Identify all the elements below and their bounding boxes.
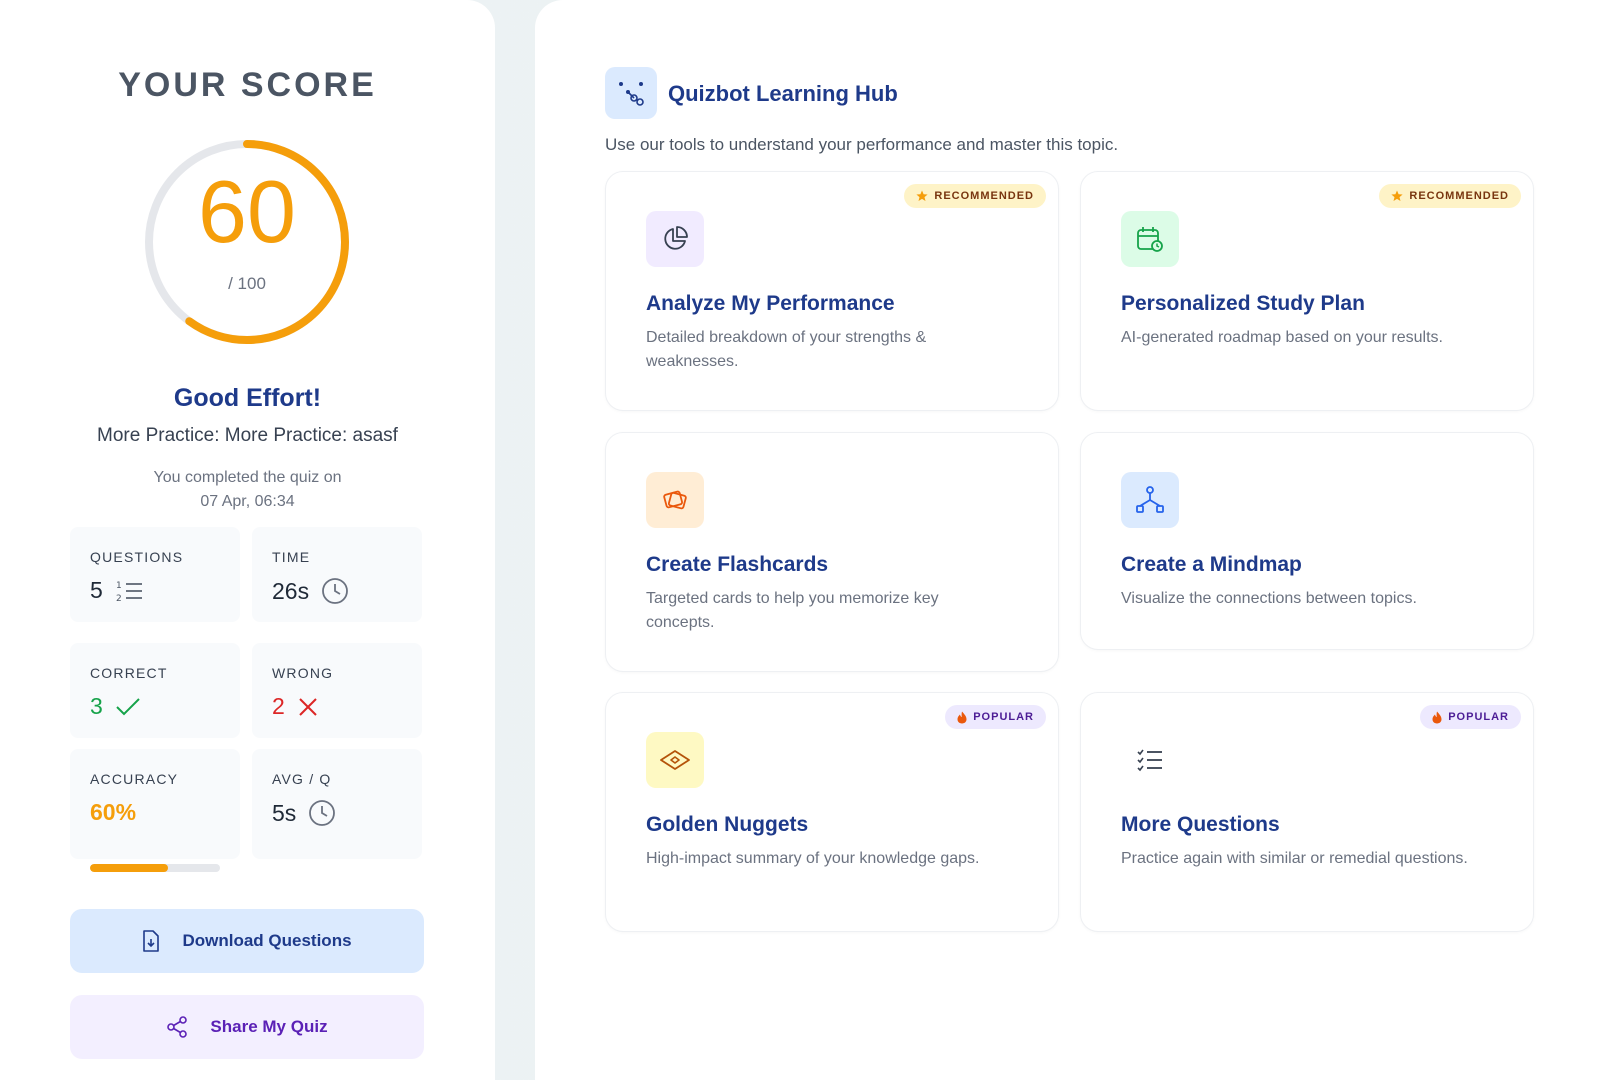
download-questions-label: Download Questions <box>182 931 352 950</box>
star-icon <box>1391 190 1403 201</box>
svg-text:2: 2 <box>116 594 122 604</box>
stat-time: TIME 26s <box>252 527 422 622</box>
recommended-badge: RECOMMENDED <box>1379 184 1521 208</box>
card-study-plan[interactable]: RECOMMENDED Personalized Study Plan AI-g… <box>1080 171 1534 411</box>
network-icon <box>1121 472 1179 528</box>
card-title: Golden Nuggets <box>646 813 809 836</box>
stat-accuracy-label: ACCURACY <box>90 771 179 787</box>
quiz-name: More Practice: More Practice: asasf <box>97 425 398 446</box>
stat-wrong: WRONG 2 <box>252 643 422 738</box>
badge-label: RECOMMENDED <box>934 190 1034 202</box>
stat-questions-value: 5 <box>90 577 103 603</box>
popular-badge: POPULAR <box>1420 705 1521 729</box>
card-analyze-performance[interactable]: RECOMMENDED Analyze My Performance Detai… <box>605 171 1059 411</box>
card-description: Detailed breakdown of your strengths & w… <box>646 329 927 370</box>
score-heading: YOUR SCORE <box>118 66 377 104</box>
hub-title: Quizbot Learning Hub <box>668 81 898 106</box>
completed-info: You completed the quiz on 07 Apr, 06:34 <box>0 466 495 514</box>
flame-icon <box>957 711 967 723</box>
stat-avg-value: 5s <box>272 799 297 826</box>
share-icon <box>167 1016 188 1038</box>
card-more-questions[interactable]: POPULAR More Questions Practice again wi… <box>1080 692 1534 932</box>
card-description: High-impact summary of your knowledge ga… <box>646 850 980 867</box>
stat-correct-value: 3 <box>90 693 103 719</box>
card-description: Visualize the connections between topics… <box>1121 590 1417 607</box>
checklist-icon <box>1121 732 1179 788</box>
card-title: Create Flashcards <box>646 553 829 576</box>
svg-text:1: 1 <box>116 581 122 591</box>
completed-line-1: You completed the quiz on <box>153 469 342 486</box>
badge-label: POPULAR <box>1448 711 1509 723</box>
popular-badge: POPULAR <box>945 705 1046 729</box>
stat-accuracy-value: 60% <box>90 799 137 825</box>
accuracy-progress-fill <box>90 864 168 872</box>
stat-wrong-label: WRONG <box>272 665 334 681</box>
cards-icon <box>646 472 704 528</box>
stat-time-value: 26s <box>272 577 310 604</box>
gem-icon <box>646 732 704 788</box>
recommended-badge: RECOMMENDED <box>904 184 1046 208</box>
x-mark-icon <box>299 697 317 716</box>
badge-label: RECOMMENDED <box>1409 190 1509 202</box>
stat-correct-label: CORRECT <box>90 665 168 681</box>
check-icon <box>116 697 140 715</box>
flame-icon <box>1432 711 1442 723</box>
card-title: Analyze My Performance <box>646 292 895 315</box>
calendar-clock-icon <box>1121 211 1179 267</box>
score-max: / 100 <box>228 274 266 293</box>
pie-chart-icon <box>646 211 704 267</box>
stat-avg-label: AVG / Q <box>272 771 332 787</box>
clock-icon <box>322 578 348 604</box>
clock-icon <box>309 800 336 826</box>
card-description: Targeted cards to help you memorize key … <box>646 590 939 631</box>
card-create-flashcards[interactable]: Create Flashcards Targeted cards to help… <box>605 432 1059 672</box>
card-description: AI-generated roadmap based on your resul… <box>1121 329 1443 346</box>
numbered-list-icon: 1 2 <box>116 581 142 604</box>
share-quiz-button[interactable]: Share My Quiz <box>70 995 424 1059</box>
stat-accuracy: ACCURACY 60% <box>70 749 240 872</box>
stat-questions-label: QUESTIONS <box>90 549 184 565</box>
card-create-mindmap[interactable]: Create a Mindmap Visualize the connectio… <box>1080 432 1534 650</box>
quizbot-logo-icon <box>605 67 657 119</box>
score-value: 60 <box>198 162 296 261</box>
file-download-icon <box>143 930 160 952</box>
stat-correct: CORRECT 3 <box>70 643 240 738</box>
card-title: More Questions <box>1121 813 1280 836</box>
stat-wrong-value: 2 <box>272 693 285 719</box>
hub-subtitle: Use our tools to understand your perform… <box>605 135 1119 154</box>
badge-label: POPULAR <box>973 711 1034 723</box>
stat-questions: QUESTIONS 5 1 2 <box>70 527 240 622</box>
card-title: Personalized Study Plan <box>1121 292 1365 315</box>
card-description: Practice again with similar or remedial … <box>1121 850 1468 867</box>
completed-date: 07 Apr, 06:34 <box>200 493 295 510</box>
stat-avg-per-question: AVG / Q 5s <box>252 749 422 859</box>
accuracy-progress-bar <box>90 864 220 872</box>
card-golden-nuggets[interactable]: POPULAR Golden Nuggets High-impact summa… <box>605 692 1059 932</box>
effort-message: Good Effort! <box>173 384 322 412</box>
share-quiz-label: Share My Quiz <box>210 1017 328 1036</box>
card-title: Create a Mindmap <box>1121 553 1302 576</box>
star-icon <box>916 190 928 201</box>
stat-time-label: TIME <box>272 549 311 565</box>
download-questions-button[interactable]: Download Questions <box>70 909 424 973</box>
